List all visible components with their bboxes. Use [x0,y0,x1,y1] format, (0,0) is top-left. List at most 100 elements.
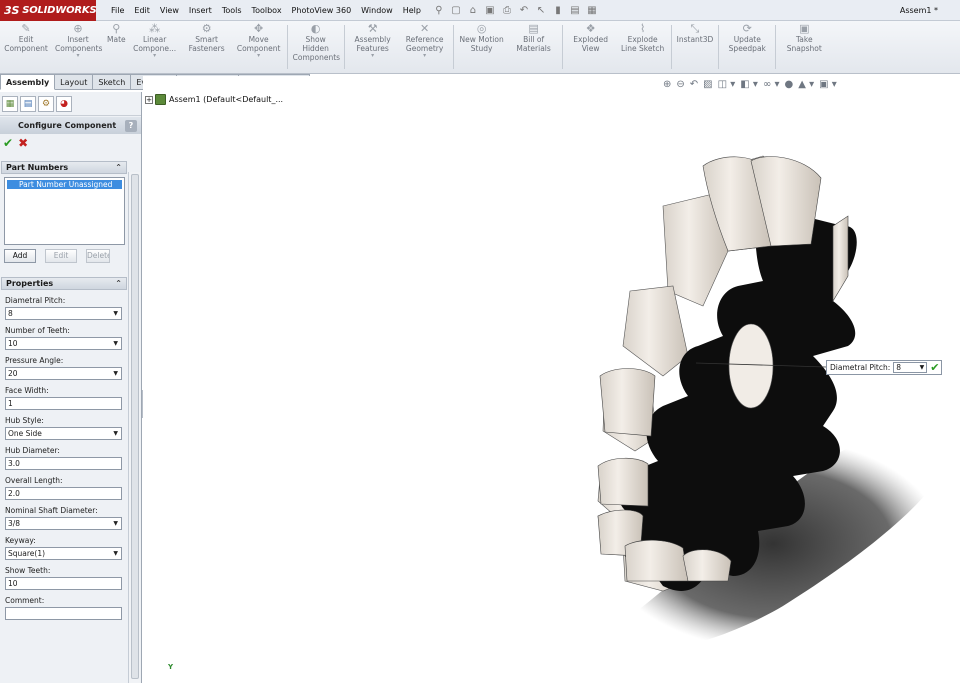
diametral-pitch-callout[interactable]: Diametral Pitch: 8 ▼ ✔ [826,360,943,375]
part-numbers-header[interactable]: Part Numbers ⌃ [1,161,127,174]
insert-components-button[interactable]: ⊕ Insert Components ▾ [52,21,104,73]
open-icon[interactable]: ⌂ [466,3,480,17]
scrollbar-thumb[interactable] [131,174,139,679]
properties-fields: Diametral Pitch: 8 ▼ Number of Teeth: 10 ▼ Pre… [1,296,127,620]
dropdown-arrow-icon[interactable]: ▼ [113,368,121,379]
dropdown-arrow-icon[interactable]: ▾ [371,53,374,59]
reference-geometry-button[interactable]: ✕ Reference Geometry ▾ [399,21,451,73]
dropdown-arrow-icon[interactable]: ▼ [113,518,121,529]
pin-icon[interactable]: ⚲ [432,3,446,17]
file-properties-icon[interactable]: ▤ [568,3,582,17]
list-item[interactable]: Part Number Unassigned [7,180,122,189]
tab-assembly[interactable]: Assembly [0,74,56,90]
options-icon[interactable]: ▦ [585,3,599,17]
pressure-angle-select[interactable]: 20 ▼ [5,367,122,380]
graphics-viewport[interactable]: + Assem1 (Default<Default_... ⊕ ⊖ ↶ ▨ ◫ … [143,76,960,683]
exploded-view-button[interactable]: ❖ Exploded View [565,21,617,73]
command-label: Mate [107,35,126,44]
show-teeth-input[interactable]: 10 [5,577,122,590]
dropdown-arrow-icon[interactable]: ▼ [113,548,121,559]
hub-diameter-input[interactable]: 3.0 [5,457,122,470]
command-label: Smart Fasteners [188,35,225,53]
show-hidden-button[interactable]: ◐ Show Hidden Components [290,21,342,73]
tab-sketch[interactable]: Sketch [93,74,132,90]
undo-icon[interactable]: ↶ [517,3,531,17]
motion-study-button[interactable]: ◎ New Motion Study [456,21,508,73]
menu-photoview-360[interactable]: PhotoView 360 [287,0,357,21]
command-label: Instant3D [676,35,714,44]
select-icon[interactable]: ↖ [534,3,548,17]
menu-toolbox[interactable]: Toolbox [247,0,287,21]
number-of-teeth-select[interactable]: 10 ▼ [5,337,122,350]
command-label: Reference Geometry [405,35,444,53]
new-document-icon[interactable]: ▢ [449,3,463,17]
properties-header[interactable]: Properties ⌃ [1,277,127,290]
part-numbers-list[interactable]: Part Number Unassigned [4,177,125,245]
ok-check-icon[interactable]: ✔ [3,136,13,150]
help-icon[interactable]: ? [125,119,137,132]
toolbar-separator [775,25,777,69]
callout-ok-check-icon[interactable]: ✔ [930,361,939,374]
field-value: 10 [8,579,18,588]
comment-input[interactable] [5,607,122,620]
keyway-select[interactable]: Square(1) ▼ [5,547,122,560]
nominal-shaft-diameter-select[interactable]: 3/8 ▼ [5,517,122,530]
dropdown-arrow-icon[interactable]: ▼ [113,338,121,349]
mate-button[interactable]: ⚲ Mate [104,21,129,73]
add-button[interactable]: Add [4,249,36,263]
delete-button[interactable]: Delete [86,249,110,263]
edit-button[interactable]: Edit [45,249,77,263]
overall-length-input[interactable]: 2.0 [5,487,122,500]
dropdown-arrow-icon[interactable]: ▾ [76,53,79,59]
rebuild-icon[interactable]: ▮ [551,3,565,17]
hub-style-select[interactable]: One Side ▼ [5,427,122,440]
tab-layout[interactable]: Layout [55,74,94,90]
feature-manager-tab-icon[interactable]: ▦ [2,95,18,112]
menu-window[interactable]: Window [356,0,398,21]
collapse-chevron-icon[interactable]: ⌃ [115,279,122,288]
edit-component-button[interactable]: ✎ Edit Component [0,21,52,73]
cancel-x-icon[interactable]: ✖ [18,136,28,150]
property-manager-title: Configure Component [18,121,117,130]
snapshot-button[interactable]: ▣ Take Snapshot [778,21,830,73]
callout-pitch-select[interactable]: 8 ▼ [893,362,928,373]
save-icon[interactable]: ▣ [483,3,497,17]
print-icon[interactable]: ⎙ [500,3,514,17]
bom-button[interactable]: ▤ Bill of Materials [508,21,560,73]
display-manager-tab-icon[interactable]: ◕ [56,95,72,112]
motion-study-icon: ◎ [476,22,487,35]
gear-model[interactable] [143,76,960,683]
smart-fasteners-button[interactable]: ⚙ Smart Fasteners [181,21,233,73]
dropdown-arrow-icon[interactable]: ▾ [423,53,426,59]
dropdown-arrow-icon[interactable]: ▼ [113,428,121,439]
face-width-input[interactable]: 1 [5,397,122,410]
assembly-features-button[interactable]: ⚒ Assembly Features ▾ [347,21,399,73]
menu-help[interactable]: Help [398,0,426,21]
command-label: Linear Compone... [133,35,177,53]
explode-line-button[interactable]: ⌇ Explode Line Sketch [617,21,669,73]
dropdown-arrow-icon[interactable]: ▼ [113,308,121,319]
menu-file[interactable]: File [106,0,129,21]
speedpak-button[interactable]: ⟳ Update Speedpak [721,21,773,73]
properties-section: Properties ⌃ Diametral Pitch: 8 ▼ Number of… [1,277,127,620]
dropdown-arrow-icon[interactable]: ▾ [257,53,260,59]
instant3d-button[interactable]: ⤡ Instant3D [674,21,717,73]
configuration-manager-tab-icon[interactable]: ⚙ [38,95,54,112]
menu-insert[interactable]: Insert [184,0,217,21]
linear-pattern-button[interactable]: ⁂ Linear Compone... ▾ [129,21,181,73]
diametral-pitch-label: Diametral Pitch: [5,296,66,305]
move-component-button[interactable]: ✥ Move Component ▾ [233,21,285,73]
menu-view[interactable]: View [155,0,184,21]
collapse-chevron-icon[interactable]: ⌃ [115,163,122,172]
gear-bore [728,323,774,409]
exploded-view-icon: ❖ [585,22,596,35]
property-manager-tab-icon[interactable]: ▤ [20,95,36,112]
diametral-pitch-select[interactable]: 8 ▼ [5,307,122,320]
triad-y-label: Y [168,663,174,671]
menu-tools[interactable]: Tools [217,0,247,21]
solidworks-logo[interactable]: 3S SOLIDWORKS [0,0,97,21]
dropdown-arrow-icon[interactable]: ▾ [153,53,156,59]
field-value: One Side [8,429,42,438]
menu-edit[interactable]: Edit [129,0,155,21]
panel-scrollbar[interactable] [128,172,140,683]
